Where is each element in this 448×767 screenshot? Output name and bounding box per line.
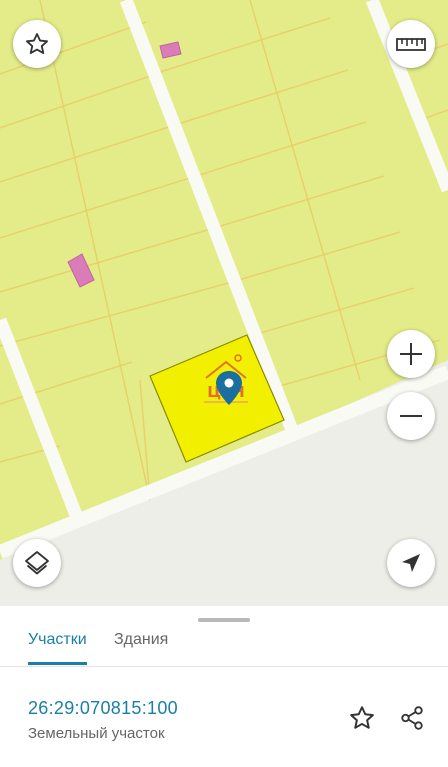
tab-bar: Участки Здания [0,620,448,667]
star-icon [26,33,48,55]
zoom-out-button[interactable] [387,392,435,440]
ruler-icon [396,38,426,51]
cadastral-number[interactable]: 26:29:070815:100 [28,698,178,719]
star-icon [350,706,374,729]
bottom-sheet: Участки Здания 26:29:070815:100 Земельны… [0,606,448,767]
object-type-label: Земельный участок [28,725,165,742]
navigation-arrow-icon [402,554,420,572]
locate-button[interactable] [387,539,435,587]
share-icon [401,706,423,730]
map-view[interactable]: ЦРН [0,0,448,606]
favorite-object-button[interactable] [346,702,378,734]
ruler-button[interactable] [387,20,435,68]
layers-button[interactable] [13,539,61,587]
minus-icon [400,415,422,417]
tab-parcels[interactable]: Участки [28,628,87,665]
tab-buildings[interactable]: Здания [114,628,168,662]
layers-icon [25,551,49,575]
zoom-in-button[interactable] [387,330,435,378]
favorite-map-button[interactable] [13,20,61,68]
share-button[interactable] [396,702,428,734]
plus-icon [400,343,422,365]
map-canvas[interactable]: ЦРН [0,0,448,606]
